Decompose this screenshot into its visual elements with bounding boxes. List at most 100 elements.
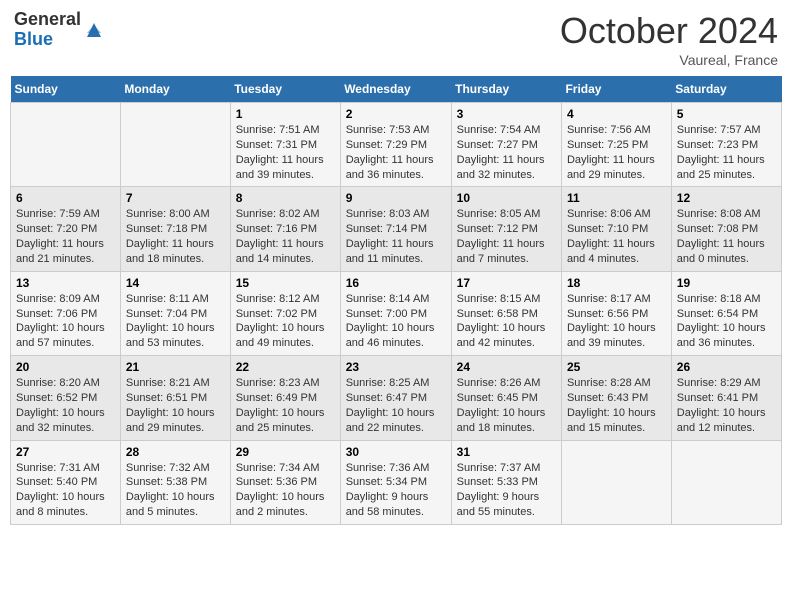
day-info: Sunrise: 8:05 AM Sunset: 7:12 PM Dayligh… xyxy=(457,207,556,266)
day-info: Sunrise: 8:28 AM Sunset: 6:43 PM Dayligh… xyxy=(567,376,666,435)
calendar-cell: 6 Sunrise: 7:59 AM Sunset: 7:20 PM Daylig… xyxy=(11,187,121,271)
calendar-cell: 2Sunrise: 7:53 AM Sunset: 7:29 PM Daylig… xyxy=(340,103,451,187)
logo-general: General xyxy=(14,10,81,30)
title-section: October 2024 Vaureal, France xyxy=(560,10,778,68)
calendar-cell: 22 Sunrise: 8:23 AM Sunset: 6:49 PM Dayli… xyxy=(230,356,340,440)
calendar-cell: 5Sunrise: 7:57 AM Sunset: 7:23 PM Daylig… xyxy=(671,103,781,187)
day-number: 23 xyxy=(346,360,446,374)
day-number: 27 xyxy=(16,445,115,459)
day-info: Sunrise: 8:15 AM Sunset: 6:58 PM Dayligh… xyxy=(457,292,556,351)
calendar-cell: 7 Sunrise: 8:00 AM Sunset: 7:18 PM Daylig… xyxy=(120,187,230,271)
calendar-week-5: 27Sunrise: 7:31 AM Sunset: 5:40 PM Dayli… xyxy=(11,440,782,524)
weekday-header-tuesday: Tuesday xyxy=(230,76,340,103)
calendar-cell: 29 Sunrise: 7:34 AM Sunset: 5:36 PM Dayli… xyxy=(230,440,340,524)
calendar-cell: 31 Sunrise: 7:37 AM Sunset: 5:33 PM Dayli… xyxy=(451,440,561,524)
day-info: Sunrise: 8:02 AM Sunset: 7:16 PM Dayligh… xyxy=(236,207,335,266)
calendar-cell: 3Sunrise: 7:54 AM Sunset: 7:27 PM Daylig… xyxy=(451,103,561,187)
day-number: 30 xyxy=(346,445,446,459)
day-number: 29 xyxy=(236,445,335,459)
day-info: Sunrise: 7:37 AM Sunset: 5:33 PM Dayligh… xyxy=(457,461,556,520)
day-info: Sunrise: 8:03 AM Sunset: 7:14 PM Dayligh… xyxy=(346,207,446,266)
calendar-body: 1Sunrise: 7:51 AM Sunset: 7:31 PM Daylig… xyxy=(11,103,782,525)
logo: General Blue xyxy=(14,10,105,50)
calendar-cell: 11 Sunrise: 8:06 AM Sunset: 7:10 PM Dayli… xyxy=(561,187,671,271)
day-info: Sunrise: 8:18 AM Sunset: 6:54 PM Dayligh… xyxy=(677,292,776,351)
day-info: Sunrise: 8:29 AM Sunset: 6:41 PM Dayligh… xyxy=(677,376,776,435)
day-number: 17 xyxy=(457,276,556,290)
calendar-week-2: 6 Sunrise: 7:59 AM Sunset: 7:20 PM Daylig… xyxy=(11,187,782,271)
calendar-week-3: 13 Sunrise: 8:09 AM Sunset: 7:06 PM Dayli… xyxy=(11,271,782,355)
day-info: Sunrise: 8:12 AM Sunset: 7:02 PM Dayligh… xyxy=(236,292,335,351)
day-info: Sunrise: 8:06 AM Sunset: 7:10 PM Dayligh… xyxy=(567,207,666,266)
calendar-cell: 12 Sunrise: 8:08 AM Sunset: 7:08 PM Dayli… xyxy=(671,187,781,271)
day-number: 9 xyxy=(346,191,446,205)
day-number: 10 xyxy=(457,191,556,205)
day-info: Sunrise: 8:25 AM Sunset: 6:47 PM Dayligh… xyxy=(346,376,446,435)
day-info: Sunrise: 7:56 AM Sunset: 7:25 PM Dayligh… xyxy=(567,123,666,182)
day-info: Sunrise: 8:00 AM Sunset: 7:18 PM Dayligh… xyxy=(126,207,225,266)
weekday-header-friday: Friday xyxy=(561,76,671,103)
calendar-cell: 24Sunrise: 8:26 AM Sunset: 6:45 PM Dayli… xyxy=(451,356,561,440)
day-number: 7 xyxy=(126,191,225,205)
month-title: October 2024 xyxy=(560,10,778,52)
day-info: Sunrise: 7:36 AM Sunset: 5:34 PM Dayligh… xyxy=(346,461,446,520)
day-number: 25 xyxy=(567,360,666,374)
day-number: 16 xyxy=(346,276,446,290)
calendar-cell xyxy=(561,440,671,524)
calendar-cell: 16Sunrise: 8:14 AM Sunset: 7:00 PM Dayli… xyxy=(340,271,451,355)
calendar-cell xyxy=(671,440,781,524)
calendar-week-1: 1Sunrise: 7:51 AM Sunset: 7:31 PM Daylig… xyxy=(11,103,782,187)
calendar-cell: 23 Sunrise: 8:25 AM Sunset: 6:47 PM Dayli… xyxy=(340,356,451,440)
day-number: 1 xyxy=(236,107,335,121)
day-info: Sunrise: 8:23 AM Sunset: 6:49 PM Dayligh… xyxy=(236,376,335,435)
calendar-cell: 4 Sunrise: 7:56 AM Sunset: 7:25 PM Daylig… xyxy=(561,103,671,187)
calendar-cell: 19 Sunrise: 8:18 AM Sunset: 6:54 PM Dayli… xyxy=(671,271,781,355)
weekday-header-wednesday: Wednesday xyxy=(340,76,451,103)
calendar-cell: 28 Sunrise: 7:32 AM Sunset: 5:38 PM Dayli… xyxy=(120,440,230,524)
calendar-cell: 10 Sunrise: 8:05 AM Sunset: 7:12 PM Dayli… xyxy=(451,187,561,271)
day-info: Sunrise: 8:09 AM Sunset: 7:06 PM Dayligh… xyxy=(16,292,115,351)
weekday-row: SundayMondayTuesdayWednesdayThursdayFrid… xyxy=(11,76,782,103)
day-number: 13 xyxy=(16,276,115,290)
calendar-cell xyxy=(120,103,230,187)
day-info: Sunrise: 8:08 AM Sunset: 7:08 PM Dayligh… xyxy=(677,207,776,266)
day-number: 12 xyxy=(677,191,776,205)
day-info: Sunrise: 7:59 AM Sunset: 7:20 PM Dayligh… xyxy=(16,207,115,266)
day-info: Sunrise: 8:21 AM Sunset: 6:51 PM Dayligh… xyxy=(126,376,225,435)
day-number: 22 xyxy=(236,360,335,374)
day-number: 11 xyxy=(567,191,666,205)
calendar-week-4: 20Sunrise: 8:20 AM Sunset: 6:52 PM Dayli… xyxy=(11,356,782,440)
calendar-cell: 18 Sunrise: 8:17 AM Sunset: 6:56 PM Dayli… xyxy=(561,271,671,355)
calendar-cell: 21Sunrise: 8:21 AM Sunset: 6:51 PM Dayli… xyxy=(120,356,230,440)
day-info: Sunrise: 7:32 AM Sunset: 5:38 PM Dayligh… xyxy=(126,461,225,520)
day-number: 4 xyxy=(567,107,666,121)
calendar-cell: 9 Sunrise: 8:03 AM Sunset: 7:14 PM Daylig… xyxy=(340,187,451,271)
day-number: 31 xyxy=(457,445,556,459)
day-number: 15 xyxy=(236,276,335,290)
day-number: 18 xyxy=(567,276,666,290)
day-number: 28 xyxy=(126,445,225,459)
location: Vaureal, France xyxy=(560,52,778,68)
calendar-cell: 27Sunrise: 7:31 AM Sunset: 5:40 PM Dayli… xyxy=(11,440,121,524)
weekday-header-sunday: Sunday xyxy=(11,76,121,103)
weekday-header-monday: Monday xyxy=(120,76,230,103)
calendar-cell: 26Sunrise: 8:29 AM Sunset: 6:41 PM Dayli… xyxy=(671,356,781,440)
calendar-cell: 13 Sunrise: 8:09 AM Sunset: 7:06 PM Dayli… xyxy=(11,271,121,355)
day-number: 8 xyxy=(236,191,335,205)
day-number: 24 xyxy=(457,360,556,374)
day-number: 6 xyxy=(16,191,115,205)
day-info: Sunrise: 8:17 AM Sunset: 6:56 PM Dayligh… xyxy=(567,292,666,351)
day-number: 19 xyxy=(677,276,776,290)
calendar-cell: 14Sunrise: 8:11 AM Sunset: 7:04 PM Dayli… xyxy=(120,271,230,355)
page-header: General Blue October 2024 Vaureal, Franc… xyxy=(10,10,782,68)
calendar-cell xyxy=(11,103,121,187)
day-info: Sunrise: 8:11 AM Sunset: 7:04 PM Dayligh… xyxy=(126,292,225,351)
calendar-header: SundayMondayTuesdayWednesdayThursdayFrid… xyxy=(11,76,782,103)
calendar-cell: 30 Sunrise: 7:36 AM Sunset: 5:34 PM Dayli… xyxy=(340,440,451,524)
day-info: Sunrise: 7:34 AM Sunset: 5:36 PM Dayligh… xyxy=(236,461,335,520)
calendar-cell: 8 Sunrise: 8:02 AM Sunset: 7:16 PM Daylig… xyxy=(230,187,340,271)
calendar-cell: 15 Sunrise: 8:12 AM Sunset: 7:02 PM Dayli… xyxy=(230,271,340,355)
logo-blue: Blue xyxy=(14,30,81,50)
calendar-cell: 25 Sunrise: 8:28 AM Sunset: 6:43 PM Dayli… xyxy=(561,356,671,440)
calendar-table: SundayMondayTuesdayWednesdayThursdayFrid… xyxy=(10,76,782,525)
